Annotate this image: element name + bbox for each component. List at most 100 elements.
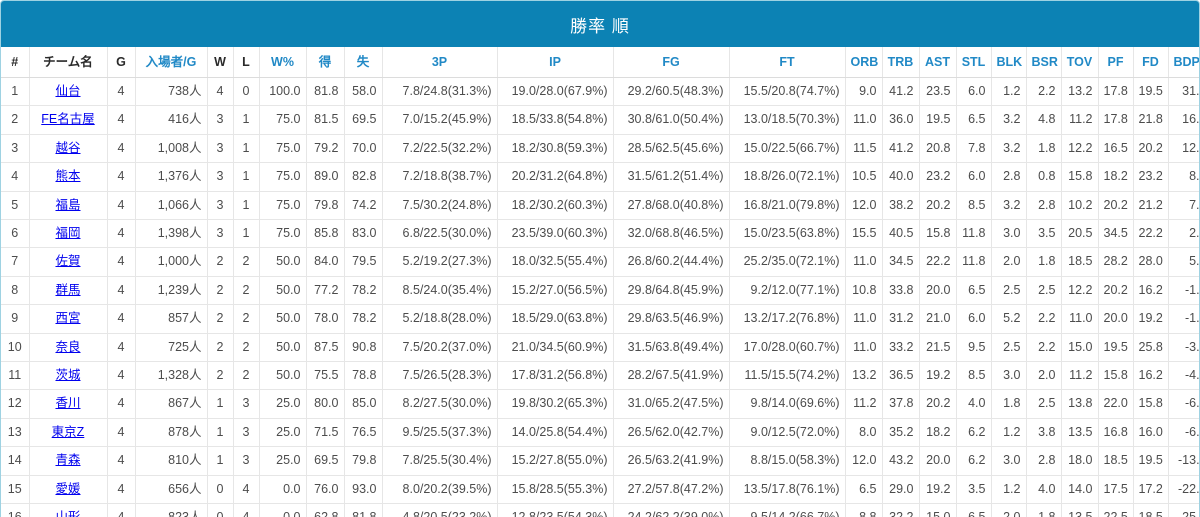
cell-trb: 35.2 <box>881 417 920 448</box>
cell-bsr: 2.8 <box>1025 190 1062 221</box>
column-header-fg[interactable]: FG <box>612 47 730 78</box>
team-link[interactable]: 茨城 <box>55 368 80 382</box>
cell-g: 4 <box>106 503 136 517</box>
cell-ast: 18.2 <box>918 417 957 448</box>
cell-ip: 15.8/28.5(55.3%) <box>496 474 614 505</box>
cell-rank: 10 <box>1 332 30 363</box>
cell-rank: 13 <box>1 417 30 448</box>
cell-wp: 0.0 <box>258 503 307 517</box>
column-header-p3[interactable]: 3P <box>381 47 498 78</box>
cell-tov: 13.5 <box>1060 503 1099 517</box>
team-link[interactable]: 青森 <box>55 453 80 467</box>
cell-team[interactable]: 福岡 <box>28 219 108 249</box>
cell-stl: 8.5 <box>955 190 992 221</box>
column-header-trb[interactable]: TRB <box>881 47 920 78</box>
table-row: 13 東京Z 4 878人 1 3 25.0 71.5 76.5 9.5/25.5(37.3%) 1… <box>1 417 1199 448</box>
cell-orb: 12.0 <box>844 190 883 221</box>
table-row: 4 熊本 4 1,376人 3 1 75.0 89.0 82.8 7.2/18.8(38.7%) 2… <box>1 162 1199 192</box>
cell-w: 3 <box>206 133 234 164</box>
team-link[interactable]: 福岡 <box>55 226 80 240</box>
team-link[interactable]: FE名古屋 <box>41 112 94 126</box>
cell-p3: 8.2/27.5(30.0%) <box>381 389 498 419</box>
cell-stl: 6.0 <box>955 76 992 107</box>
team-link[interactable]: 福島 <box>55 198 80 212</box>
team-link[interactable]: 越谷 <box>55 141 80 155</box>
cell-wp: 25.0 <box>258 446 307 476</box>
column-header-pa[interactable]: 失 <box>343 47 383 78</box>
cell-att: 857人 <box>134 304 208 334</box>
column-header-stl[interactable]: STL <box>955 47 992 78</box>
column-header-pfl[interactable]: PF <box>1097 47 1134 78</box>
team-link[interactable]: 東京Z <box>52 425 85 439</box>
team-link[interactable]: 仙台 <box>55 84 80 98</box>
cell-tov: 15.8 <box>1060 162 1099 192</box>
cell-stl: 6.0 <box>955 162 992 192</box>
cell-team[interactable]: 奈良 <box>28 332 108 363</box>
cell-tov: 13.2 <box>1060 76 1099 107</box>
cell-team[interactable]: 茨城 <box>28 361 108 391</box>
team-link[interactable]: 熊本 <box>55 169 80 183</box>
cell-bsr: 2.5 <box>1025 389 1062 419</box>
cell-team[interactable]: 群馬 <box>28 275 108 306</box>
cell-ft: 17.0/28.0(60.7%) <box>728 332 846 363</box>
cell-att: 823人 <box>134 503 208 517</box>
cell-tov: 18.5 <box>1060 247 1099 277</box>
cell-bsr: 2.2 <box>1025 332 1062 363</box>
column-header-ft[interactable]: FT <box>728 47 846 78</box>
cell-team[interactable]: 青森 <box>28 446 108 476</box>
cell-pfl: 17.8 <box>1097 105 1134 135</box>
team-link[interactable]: 香川 <box>55 396 80 410</box>
table-row: 11 茨城 4 1,328人 2 2 50.0 75.5 78.8 7.5/26.5(28.3%)… <box>1 361 1199 391</box>
cell-team[interactable]: 山形 <box>28 503 108 517</box>
column-header-orb[interactable]: ORB <box>844 47 883 78</box>
team-link[interactable]: 佐賀 <box>55 254 80 268</box>
column-header-ip[interactable]: IP <box>496 47 614 78</box>
cell-ip: 21.0/34.5(60.9%) <box>496 332 614 363</box>
cell-stl: 6.2 <box>955 446 992 476</box>
cell-team[interactable]: 西宮 <box>28 304 108 334</box>
column-header-pf[interactable]: 得 <box>305 47 345 78</box>
cell-ft: 15.0/23.5(63.8%) <box>728 219 846 249</box>
cell-team[interactable]: 香川 <box>28 389 108 419</box>
column-header-att[interactable]: 入場者/G <box>134 47 208 78</box>
column-header-ast[interactable]: AST <box>918 47 957 78</box>
cell-wp: 50.0 <box>258 247 307 277</box>
column-header-bsr[interactable]: BSR <box>1025 47 1062 78</box>
cell-pfl: 16.8 <box>1097 417 1134 448</box>
cell-team[interactable]: 愛媛 <box>28 474 108 505</box>
team-link[interactable]: 愛媛 <box>55 482 80 496</box>
cell-pf: 77.2 <box>305 275 345 306</box>
cell-bsr: 2.2 <box>1025 76 1062 107</box>
team-link[interactable]: 奈良 <box>55 340 80 354</box>
cell-tov: 13.8 <box>1060 389 1099 419</box>
cell-ast: 21.5 <box>918 332 957 363</box>
cell-team[interactable]: 越谷 <box>28 133 108 164</box>
cell-pf: 81.8 <box>305 76 345 107</box>
cell-g: 4 <box>106 133 136 164</box>
cell-team[interactable]: 東京Z <box>28 417 108 448</box>
cell-team[interactable]: FE名古屋 <box>28 105 108 135</box>
team-link[interactable]: 群馬 <box>55 283 80 297</box>
cell-team[interactable]: 熊本 <box>28 162 108 192</box>
column-header-blk[interactable]: BLK <box>990 47 1027 78</box>
cell-fd: 19.2 <box>1132 304 1169 334</box>
cell-l: 3 <box>232 389 260 419</box>
standings-panel: 勝率 順 # チーム名 G 入場者/G W L W% 得失 3P IP FG FT ORB TRB AST S… <box>0 0 1200 517</box>
column-header-bdpr[interactable]: BDPR <box>1167 47 1199 78</box>
cell-ast: 15.8 <box>918 219 957 249</box>
column-header-w: W <box>206 47 234 78</box>
cell-pa: 93.0 <box>343 474 383 505</box>
cell-l: 1 <box>232 219 260 249</box>
column-header-fd[interactable]: FD <box>1132 47 1169 78</box>
cell-bsr: 3.5 <box>1025 219 1062 249</box>
column-header-wp[interactable]: W% <box>258 47 307 78</box>
cell-ip: 18.5/29.0(63.8%) <box>496 304 614 334</box>
column-header-tov[interactable]: TOV <box>1060 47 1099 78</box>
cell-team[interactable]: 仙台 <box>28 76 108 107</box>
cell-pa: 79.8 <box>343 446 383 476</box>
cell-att: 725人 <box>134 332 208 363</box>
team-link[interactable]: 西宮 <box>55 311 80 325</box>
cell-team[interactable]: 福島 <box>28 190 108 221</box>
team-link[interactable]: 山形 <box>55 510 80 517</box>
cell-team[interactable]: 佐賀 <box>28 247 108 277</box>
